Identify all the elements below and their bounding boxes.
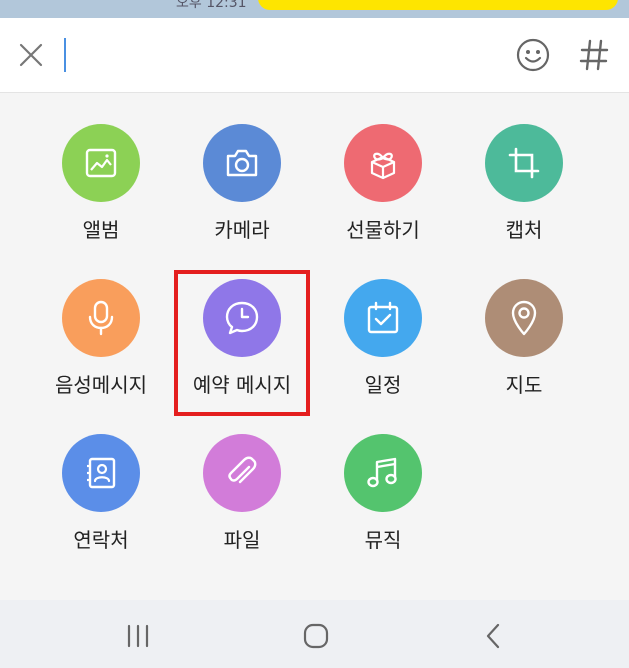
gift-icon <box>370 152 396 180</box>
map-pin-icon <box>511 300 537 336</box>
close-icon[interactable] <box>16 40 46 70</box>
map-label: 지도 <box>505 373 543 397</box>
microphone-icon <box>88 300 114 336</box>
music-button[interactable]: 뮤직 <box>323 434 443 553</box>
highlight-box <box>174 270 310 416</box>
hashtag-icon[interactable] <box>578 37 610 73</box>
image-icon <box>85 148 117 178</box>
contacts-button[interactable]: 연락처 <box>41 434 161 553</box>
voice-message-label: 음성메시지 <box>55 373 147 397</box>
paperclip-icon <box>228 456 257 484</box>
home-icon[interactable] <box>296 618 336 654</box>
recent-apps-icon[interactable] <box>118 618 158 654</box>
chat-background: 오후 12:31 <box>0 0 629 18</box>
schedule-label: 일정 <box>364 373 402 397</box>
message-bubble[interactable] <box>258 0 618 10</box>
contact-card-icon <box>87 457 116 489</box>
album-circle <box>62 124 140 202</box>
calendar-check-icon <box>367 301 399 334</box>
music-note-icon <box>367 457 397 488</box>
file-button[interactable]: 파일 <box>182 434 302 553</box>
music-circle <box>344 434 422 512</box>
system-navigation-bar <box>0 600 629 668</box>
attachment-menu-grid: 앨범 카메라 선물하기 캡처 음성메시지 예약 메시지 일정 지도 연락처 파일… <box>0 93 629 600</box>
capture-circle <box>485 124 563 202</box>
camera-icon <box>226 149 258 177</box>
message-time: 오후 12:31 <box>176 0 247 11</box>
emoticon-icon[interactable] <box>515 37 551 73</box>
file-circle <box>203 434 281 512</box>
file-label: 파일 <box>223 528 261 552</box>
album-label: 앨범 <box>82 218 120 242</box>
capture-label: 캡처 <box>505 218 543 242</box>
crop-icon <box>508 147 540 179</box>
camera-label: 카메라 <box>214 218 270 242</box>
map-circle <box>485 279 563 357</box>
gift-circle <box>344 124 422 202</box>
map-button[interactable]: 지도 <box>464 279 584 398</box>
contacts-label: 연락처 <box>73 528 129 552</box>
camera-button[interactable]: 카메라 <box>182 124 302 243</box>
schedule-circle <box>344 279 422 357</box>
gift-label: 선물하기 <box>346 218 420 242</box>
album-button[interactable]: 앨범 <box>41 124 161 243</box>
camera-circle <box>203 124 281 202</box>
message-input-bar <box>0 18 629 93</box>
back-icon[interactable] <box>474 618 514 654</box>
capture-button[interactable]: 캡처 <box>464 124 584 243</box>
voice-message-button[interactable]: 음성메시지 <box>41 279 161 398</box>
contacts-circle <box>62 434 140 512</box>
schedule-button[interactable]: 일정 <box>323 279 443 398</box>
voice-message-circle <box>62 279 140 357</box>
gift-button[interactable]: 선물하기 <box>323 124 443 243</box>
music-label: 뮤직 <box>364 528 402 552</box>
message-input[interactable] <box>64 38 66 72</box>
